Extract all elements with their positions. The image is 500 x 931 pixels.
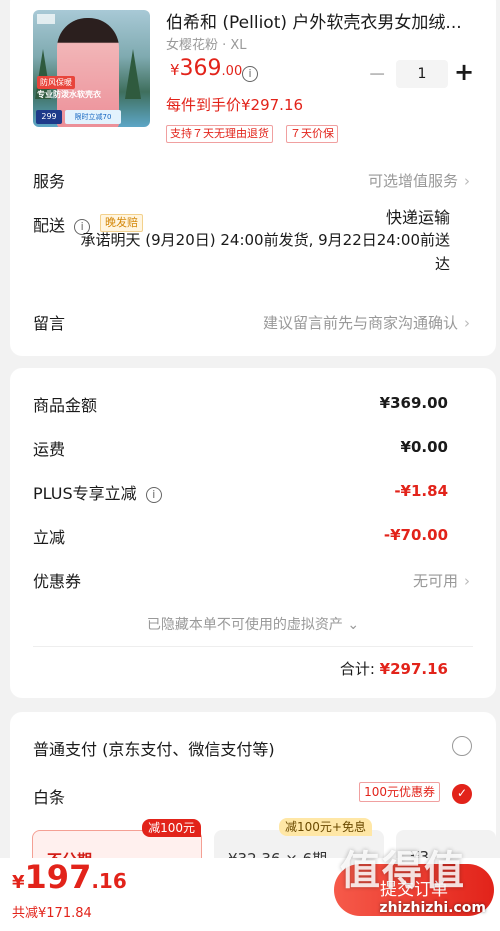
shipping-fee: ¥0.00 xyxy=(400,438,448,456)
quantity-input[interactable]: 1 xyxy=(396,60,448,88)
product-title[interactable]: 伯希和 (Pelliot) 户外软壳衣男女加绒... xyxy=(166,8,476,33)
return-policy-tag: 支持７天无理由退货 xyxy=(166,125,273,143)
plan-badge: 减100元+免息 xyxy=(279,818,372,836)
price-protect-tag: ７天价保 xyxy=(286,125,338,143)
product-card: 防风保暖 专业防泼水软壳衣 299 限时立减70 伯希和 (Pelliot) 户… xyxy=(10,0,496,356)
tree-decoration xyxy=(125,49,141,99)
quantity-plus-button[interactable]: + xyxy=(454,58,474,86)
price-int: 369 xyxy=(179,56,222,81)
check-icon[interactable]: ✓ xyxy=(452,784,472,804)
chevron-right-icon: › xyxy=(464,172,470,190)
plus-discount-text: PLUS专享立减 xyxy=(33,484,137,503)
radio-icon[interactable] xyxy=(452,736,472,756)
goods-amount: ¥369.00 xyxy=(379,394,448,412)
brand-logo xyxy=(37,14,55,24)
price-currency: ¥ xyxy=(170,61,180,79)
coupon-value: 无可用 xyxy=(412,572,458,590)
baitiao-coupon-tag[interactable]: 100元优惠券 xyxy=(359,782,440,802)
coupon-row[interactable]: 无可用 › xyxy=(413,570,470,591)
total-label: 合计: xyxy=(339,660,380,678)
pay-currency: ¥ xyxy=(12,872,25,893)
service-label: 服务 xyxy=(33,172,66,191)
summary-row-label: 商品金额 xyxy=(33,396,98,415)
shipping-method[interactable]: 快递运输 xyxy=(386,204,450,228)
plus-discount-label: PLUS专享立减 i xyxy=(33,480,162,504)
message-row[interactable]: 建议留言前先与商家沟通确认 › xyxy=(263,312,470,333)
divider xyxy=(33,646,473,647)
product-spec[interactable]: 女樱花粉 · XL xyxy=(166,34,247,53)
chevron-right-icon: › xyxy=(464,314,470,332)
shipping-promise: 承诺明天 (9月20日) 24:00前发货, 9月22日24:00前送达 xyxy=(80,231,451,273)
total-value: ¥297.16 xyxy=(379,660,448,678)
info-icon[interactable]: i xyxy=(242,66,258,82)
total-row: 合计: ¥297.16 xyxy=(340,658,448,679)
message-placeholder: 建议留言前先与商家沟通确认 xyxy=(262,314,458,332)
payment-option-normal[interactable]: 普通支付 (京东支付、微信支付等) xyxy=(33,736,275,760)
checkout-bar: ¥197.16 共减¥171.84 提交订单 xyxy=(0,858,500,931)
message-label: 留言 xyxy=(33,314,66,333)
plan-badge: 减100元 xyxy=(142,819,201,837)
pay-dec: .16 xyxy=(91,869,127,893)
summary-row-label: 运费 xyxy=(33,440,66,459)
thumb-banner: 防风保暖 xyxy=(37,76,75,89)
product-price: ¥369.00 xyxy=(170,56,242,81)
watermark-url: zhizhizhi.com xyxy=(379,900,486,916)
thumb-discount-chip: 限时立减70 xyxy=(65,110,121,124)
summary-row-label: 立减 xyxy=(33,528,66,547)
thumb-banner-sub: 专业防泼水软壳衣 xyxy=(37,90,101,99)
coupon-label: 优惠券 xyxy=(33,572,82,591)
total-discount[interactable]: 共减¥171.84 xyxy=(12,902,92,921)
pay-amount: ¥197.16 xyxy=(12,858,127,896)
pay-int: 197 xyxy=(24,858,92,896)
quantity-minus-button[interactable]: − xyxy=(368,62,386,87)
payment-option-baitiao[interactable]: 白条 xyxy=(33,784,65,808)
price-dec: .00 xyxy=(221,64,243,79)
hidden-assets-toggle[interactable]: 已隐藏本单不可使用的虚拟资产 ⌄ xyxy=(10,614,496,634)
info-icon[interactable]: i xyxy=(145,486,162,503)
thumb-price: 299 xyxy=(36,110,62,124)
service-value: 可选增值服务 xyxy=(367,172,458,190)
plus-discount-value: -¥1.84 xyxy=(394,482,448,500)
shipping-label-text: 配送 xyxy=(33,216,66,235)
each-price: 每件到手价¥297.16 xyxy=(166,96,304,114)
chevron-right-icon: › xyxy=(464,572,470,590)
summary-card: 商品金额 ¥369.00 运费 ¥0.00 PLUS专享立减 i -¥1.84 … xyxy=(10,368,496,698)
instant-discount-value: -¥70.00 xyxy=(383,526,448,544)
product-thumbnail[interactable]: 防风保暖 专业防泼水软壳衣 299 限时立减70 xyxy=(33,10,150,127)
service-row[interactable]: 可选增值服务 › xyxy=(368,170,470,191)
